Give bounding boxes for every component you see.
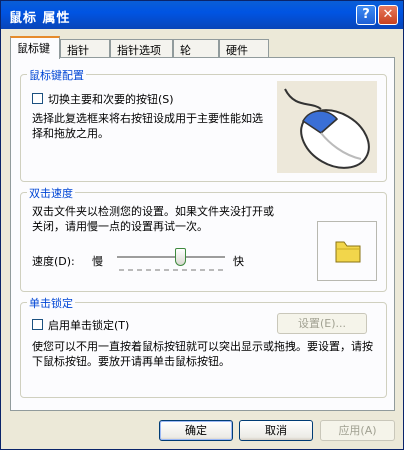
double-click-speed-slider[interactable] — [117, 248, 225, 278]
slider-track — [117, 256, 225, 259]
slider-ticks — [117, 269, 225, 271]
tab-pointers[interactable]: 指针 — [60, 39, 110, 57]
tab-wheel[interactable]: 轮 — [173, 39, 219, 57]
mouse-icon — [284, 88, 370, 169]
click-lock-description: 使您可以不用一直按着鼠标按钮就可以突出显示或拖拽。要设置，请按下鼠标按钮。要放开… — [32, 340, 373, 368]
tab-panel-buttons: 鼠标键配置 切换主要和次要的按钮(S) 选择此复选框来将右按钮设成用于主要性能如… — [10, 57, 395, 411]
click-lock-label[interactable]: 启用单击锁定(T) — [48, 317, 129, 333]
swap-buttons-label[interactable]: 切换主要和次要的按钮(S) — [48, 91, 174, 107]
click-lock-checkbox[interactable] — [32, 319, 43, 330]
title-bar: 鼠标 属性 ? ✕ — [1, 1, 403, 29]
tab-hardware[interactable]: 硬件 — [219, 39, 269, 57]
click-lock-settings-button[interactable]: 设置(E)... — [277, 313, 367, 334]
speed-label: 速度(D): — [32, 255, 75, 268]
mouse-illustration — [277, 81, 377, 173]
double-click-description: 双击文件夹以检测您的设置。如果文件夹没打开或关闭，请用慢一点的设置再试一次。 — [32, 205, 274, 233]
window-title: 鼠标 属性 — [9, 11, 71, 26]
button-config-description: 选择此复选框来将右按钮设成用于主要性能如选择和拖放之用。 — [32, 112, 263, 140]
button-config-title: 鼠标键配置 — [27, 67, 86, 83]
apply-button[interactable]: 应用(A) — [320, 420, 395, 441]
slow-label: 慢 — [92, 255, 103, 268]
swap-buttons-checkbox[interactable] — [32, 93, 43, 104]
click-lock-title: 单击锁定 — [27, 295, 75, 311]
slider-thumb[interactable] — [175, 248, 186, 266]
cancel-button[interactable]: 取消 — [239, 420, 313, 441]
tab-pointer-options[interactable]: 指针选项 — [110, 39, 173, 57]
click-lock-group: 单击锁定 启用单击锁定(T) 设置(E)... 使您可以不用一直按着鼠标按钮就可… — [20, 295, 387, 398]
ok-button[interactable]: 确定 — [159, 420, 233, 441]
close-button[interactable]: ✕ — [378, 5, 398, 25]
double-click-title: 双击速度 — [27, 185, 75, 201]
button-config-group: 鼠标键配置 切换主要和次要的按钮(S) 选择此复选框来将右按钮设成用于主要性能如… — [20, 67, 387, 182]
mouse-properties-dialog: 鼠标 属性 ? ✕ 鼠标键 指针 指针选项 轮 硬件 鼠标键配置 切换主要和次要… — [0, 0, 404, 450]
tab-buttons[interactable]: 鼠标键 — [10, 36, 60, 59]
folder-icon[interactable] — [318, 222, 376, 280]
fast-label: 快 — [233, 255, 244, 268]
test-folder-area[interactable] — [317, 221, 377, 281]
double-click-group: 双击速度 双击文件夹以检测您的设置。如果文件夹没打开或关闭，请用慢一点的设置再试… — [20, 185, 387, 292]
help-button[interactable]: ? — [356, 5, 376, 25]
